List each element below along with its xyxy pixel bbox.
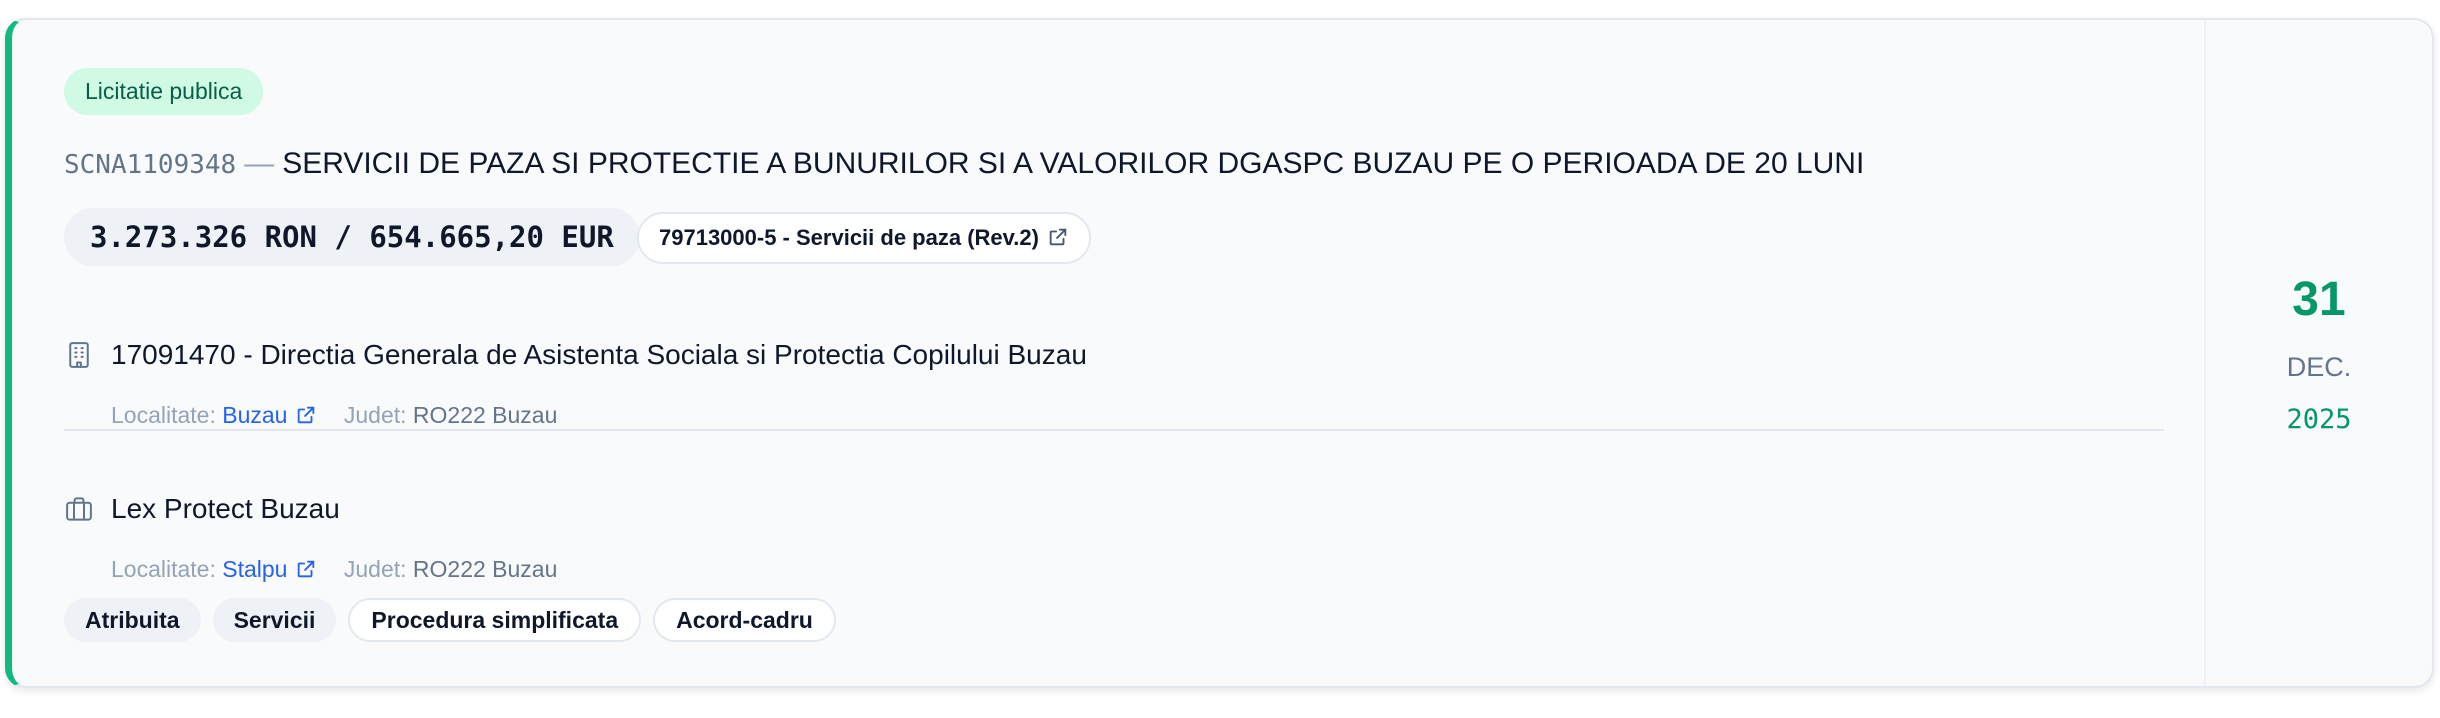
title-separator: — bbox=[244, 147, 275, 180]
date-year: 2025 bbox=[2286, 404, 2352, 435]
briefcase-icon bbox=[66, 497, 92, 521]
section-divider bbox=[64, 429, 2164, 431]
external-link-icon bbox=[298, 560, 315, 578]
framework-tag: Acord-cadru bbox=[653, 598, 836, 642]
date-panel: 31 DEC. 2025 bbox=[2204, 20, 2432, 686]
authority-location: Localitate: Buzau Judet: RO222 Buzau bbox=[111, 400, 557, 430]
tag-list: Atribuita Servicii Procedura simplificata A… bbox=[64, 598, 848, 642]
authority-locality-link[interactable]: Buzau bbox=[222, 402, 317, 428]
date-day: 31 bbox=[2292, 273, 2346, 326]
supplier-locality-link[interactable]: Stalpu bbox=[222, 556, 317, 582]
supplier-location: Localitate: Stalpu Judet: RO222 Buzau bbox=[111, 554, 557, 584]
authority-county: RO222 Buzau bbox=[412, 402, 558, 428]
tender-code: SCNA1109348 bbox=[64, 150, 237, 180]
category-tag: Servicii bbox=[212, 598, 337, 642]
authority-locality-label: Localitate: bbox=[111, 402, 216, 428]
cpv-code-label: 79713000-5 - Servicii de paza (Rev.2) bbox=[659, 225, 1039, 250]
date-month: DEC. bbox=[2286, 352, 2352, 382]
procedure-type-badge: Licitatie publica bbox=[64, 68, 264, 115]
tender-title-row[interactable]: SCNA1109348— SERVICII DE PAZA SI PROTECTI… bbox=[64, 144, 1864, 185]
external-link-icon bbox=[1049, 228, 1067, 246]
status-tag: Atribuita bbox=[64, 598, 201, 642]
supplier-locality: Stalpu bbox=[222, 556, 288, 582]
external-link-icon bbox=[298, 406, 315, 424]
tender-card[interactable]: Licitatie publica SCNA1109348— SERVICII D… bbox=[5, 18, 2434, 688]
supplier-county: RO222 Buzau bbox=[412, 556, 558, 582]
tender-details: Licitatie publica SCNA1109348— SERVICII D… bbox=[64, 20, 2214, 686]
supplier-locality-label: Localitate: bbox=[111, 556, 216, 582]
authority-name: 17091470 - Directia Generala de Asistent… bbox=[111, 339, 1087, 370]
building-icon bbox=[69, 342, 89, 368]
tender-title: SERVICII DE PAZA SI PROTECTIE A BUNURILO… bbox=[282, 147, 1865, 180]
authority-county-label: Judet: bbox=[343, 402, 407, 428]
authority-locality: Buzau bbox=[222, 402, 288, 428]
supplier-county-label: Judet: bbox=[343, 556, 407, 582]
supplier-name: Lex Protect Buzau bbox=[111, 493, 340, 524]
cpv-code-link[interactable]: 79713000-5 - Servicii de paza (Rev.2) bbox=[637, 212, 1091, 264]
contract-value-chip: 3.273.326 RON / 654.665,20 EUR bbox=[64, 208, 640, 266]
procedure-tag: Procedura simplificata bbox=[348, 598, 642, 642]
